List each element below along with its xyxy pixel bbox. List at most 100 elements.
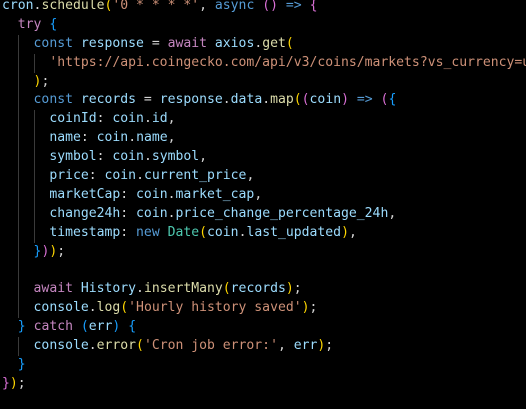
code-token: , bbox=[199, 0, 215, 13]
code-token: 'Cron job error:' bbox=[143, 338, 278, 354]
code-token: schedule bbox=[41, 0, 105, 13]
code-token: symbol bbox=[49, 149, 97, 165]
code-token: ( bbox=[222, 281, 231, 297]
code-token: data bbox=[230, 92, 263, 108]
indent-guide bbox=[17, 148, 19, 168]
indent-guide bbox=[17, 223, 19, 243]
code-token: error bbox=[96, 338, 137, 354]
code-editor[interactable]: cron.schedule('0 * * * *', async () => {… bbox=[0, 0, 526, 409]
code-token: , bbox=[167, 111, 176, 127]
indent-guide bbox=[17, 110, 19, 130]
code-token: coin bbox=[96, 130, 129, 146]
code-token: , bbox=[199, 149, 208, 165]
code-line[interactable]: try { bbox=[2, 16, 526, 35]
code-line[interactable]: ); bbox=[2, 72, 526, 92]
code-token: const bbox=[33, 35, 73, 51]
code-token: ) bbox=[301, 300, 310, 316]
indent-guide bbox=[17, 53, 19, 73]
code-token: , bbox=[167, 130, 176, 146]
code-token: last_updated bbox=[246, 224, 342, 240]
code-token: await bbox=[167, 35, 208, 51]
code-line[interactable]: console.log('Hourly history saved'); bbox=[2, 299, 526, 319]
indent-guide bbox=[17, 167, 19, 186]
code-token: ; bbox=[41, 73, 50, 89]
indent-guide bbox=[33, 110, 35, 130]
code-token: ; bbox=[17, 375, 26, 391]
indent-guide bbox=[17, 261, 19, 281]
code-token: History bbox=[80, 281, 137, 297]
code-token: = bbox=[136, 92, 160, 108]
code-token: map bbox=[270, 92, 294, 108]
code-token: console bbox=[33, 300, 89, 316]
code-line[interactable]: } catch (err) { bbox=[2, 318, 526, 337]
code-token: coin bbox=[112, 149, 144, 165]
code-token: ( bbox=[293, 92, 302, 108]
code-token: { bbox=[128, 319, 137, 335]
code-line[interactable]: coinId: coin.id, bbox=[2, 110, 526, 130]
code-token: , bbox=[348, 224, 357, 240]
code-token: ; bbox=[325, 338, 334, 354]
indent-guide bbox=[33, 204, 35, 224]
code-line[interactable]: name: coin.name, bbox=[2, 129, 526, 149]
code-token: async bbox=[214, 0, 255, 13]
code-line[interactable]: symbol: coin.symbol, bbox=[2, 148, 526, 168]
indent-guide bbox=[17, 280, 19, 300]
code-token: timestamp bbox=[49, 224, 121, 240]
indent-guide bbox=[17, 91, 19, 111]
code-token: . bbox=[136, 281, 144, 297]
code-token: = bbox=[143, 35, 168, 51]
code-line[interactable]: })); bbox=[2, 242, 526, 262]
code-line[interactable]: marketCap: coin.market_cap, bbox=[2, 185, 526, 205]
code-line[interactable]: const records = response.data.map((coin)… bbox=[2, 91, 526, 111]
code-line[interactable]: console.error('Cron job error:', err); bbox=[2, 337, 526, 356]
code-line[interactable]: const response = await axios.get( bbox=[2, 34, 526, 54]
code-token: coinId bbox=[49, 111, 97, 127]
code-line[interactable]: price: coin.current_price, bbox=[2, 167, 526, 186]
code-line[interactable]: await History.insertMany(records); bbox=[2, 280, 526, 300]
code-token: . bbox=[222, 92, 231, 108]
code-line[interactable]: timestamp: new Date(coin.last_updated), bbox=[2, 223, 526, 243]
code-token: log bbox=[96, 300, 121, 316]
code-token: id bbox=[151, 111, 168, 127]
indent-guide bbox=[33, 53, 35, 73]
code-token: ( bbox=[199, 224, 208, 240]
code-token: get bbox=[262, 35, 286, 51]
code-token: insertMany bbox=[143, 281, 223, 297]
code-token: , bbox=[254, 186, 263, 202]
code-token: : bbox=[120, 224, 137, 240]
code-token: , bbox=[246, 168, 255, 184]
code-token: : bbox=[80, 130, 97, 146]
code-token: 'Hourly history saved' bbox=[128, 300, 302, 316]
code-token: } bbox=[2, 375, 10, 391]
code-token: ( bbox=[285, 35, 294, 51]
code-token: ) bbox=[341, 92, 349, 108]
indent-guide bbox=[33, 167, 35, 186]
code-token: response bbox=[80, 35, 144, 51]
code-token: err bbox=[88, 319, 113, 335]
indent-guide bbox=[17, 34, 19, 54]
code-line[interactable] bbox=[2, 261, 526, 281]
code-line[interactable]: 'https://api.coingecko.com/api/v3/coins/… bbox=[2, 53, 526, 73]
indent-guide bbox=[17, 299, 19, 319]
code-line[interactable]: change24h: coin.price_change_percentage_… bbox=[2, 204, 526, 224]
code-token: coin bbox=[112, 111, 144, 127]
code-line[interactable]: }); bbox=[2, 375, 526, 394]
code-area[interactable]: cron.schedule('0 * * * *', async () => {… bbox=[2, 0, 526, 394]
code-token: ) bbox=[285, 281, 294, 297]
code-token: change24h bbox=[49, 205, 121, 221]
code-token: '0 * * * *' bbox=[112, 0, 200, 13]
code-line[interactable]: } bbox=[2, 356, 526, 375]
code-line[interactable]: cron.schedule('0 * * * *', async () => { bbox=[2, 0, 526, 16]
code-token: response bbox=[159, 92, 223, 108]
code-token: cron bbox=[2, 0, 34, 13]
